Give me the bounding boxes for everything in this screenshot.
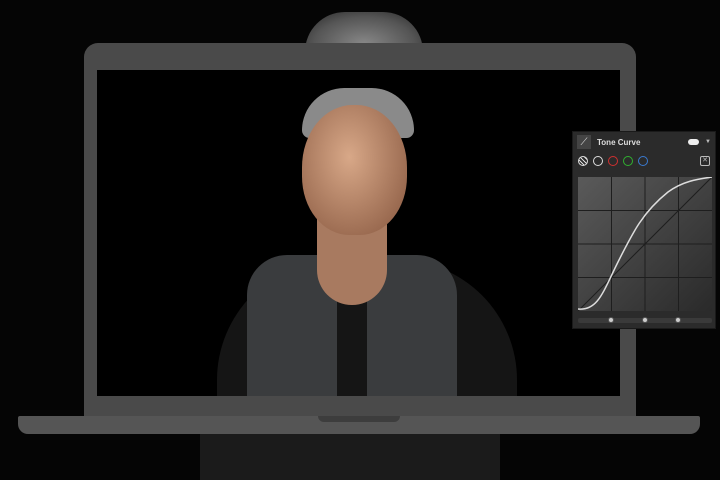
laptop-notch: [318, 416, 400, 422]
red-channel-icon[interactable]: [608, 156, 618, 166]
photo-below: [200, 434, 500, 480]
panel-header: ⟋ Tone Curve ▼: [573, 132, 715, 152]
curve-graph[interactable]: [578, 177, 712, 311]
slider-knob-midtones[interactable]: [642, 317, 648, 323]
panel-toggle[interactable]: [688, 139, 700, 145]
green-channel-icon[interactable]: [623, 156, 633, 166]
photo-screen: [97, 70, 620, 396]
channel-row: ✕: [573, 152, 715, 170]
chevron-down-icon[interactable]: ▼: [705, 139, 711, 145]
tone-curve-panel: ⟋ Tone Curve ▼ ✕: [572, 131, 716, 329]
parametric-channel-icon[interactable]: [578, 156, 588, 166]
slider-knob-highlights[interactable]: [675, 317, 681, 323]
rgb-channel-icon[interactable]: [593, 156, 603, 166]
blue-channel-icon[interactable]: [638, 156, 648, 166]
region-slider[interactable]: [578, 317, 712, 323]
slider-knob-shadows[interactable]: [608, 317, 614, 323]
curve-icon[interactable]: ⟋: [577, 135, 591, 149]
panel-title: Tone Curve: [597, 137, 641, 147]
photo-face: [302, 105, 407, 235]
target-adjust-icon[interactable]: ✕: [700, 156, 710, 166]
